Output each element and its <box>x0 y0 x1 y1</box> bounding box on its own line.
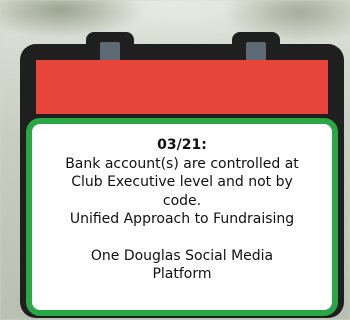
note-line: Bank account(s) are controlled at <box>65 155 299 172</box>
calendar-card: 03/21: Bank account(s) are controlled at… <box>20 32 344 318</box>
calendar-note: 03/21: Bank account(s) are controlled at… <box>26 118 338 316</box>
note-title: 03/21: <box>157 137 207 153</box>
calendar-header <box>36 60 328 114</box>
note-content: 03/21: Bank account(s) are controlled at… <box>32 136 332 284</box>
note-line: code. <box>162 192 202 209</box>
note-line: Platform <box>152 266 212 282</box>
note-line: Club Executive level and not by <box>71 174 293 190</box>
note-line: Unified Approach to Fundraising <box>69 211 295 227</box>
note-spacer <box>40 229 324 247</box>
note-line: One Douglas Social Media <box>90 247 274 264</box>
